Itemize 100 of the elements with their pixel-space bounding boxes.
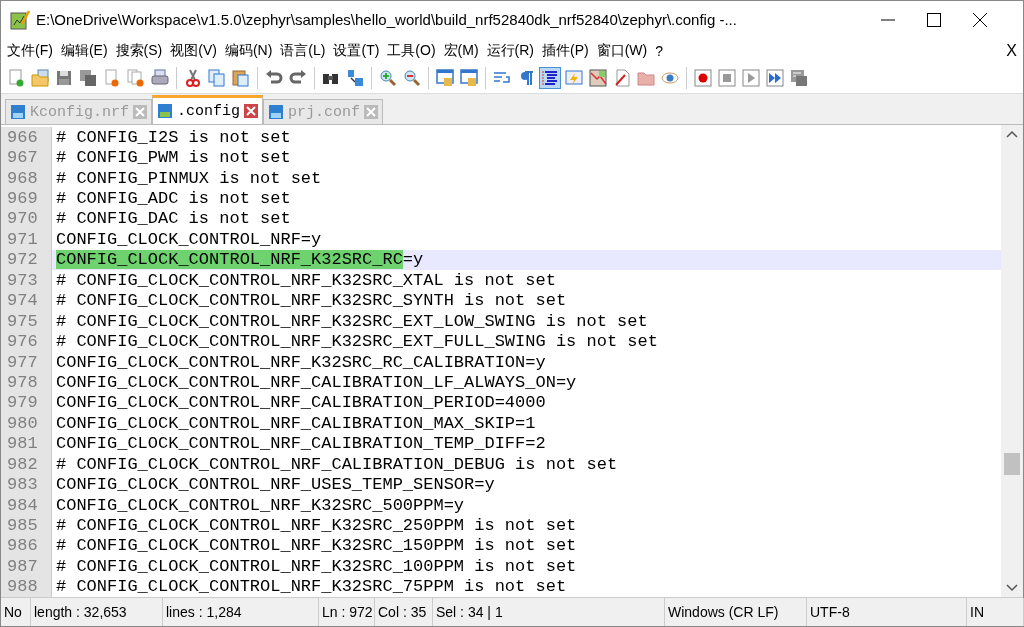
code-line: # CONFIG_CLOCK_CONTROL_NRF_K32SRC_100PPM is not set bbox=[55, 556, 577, 576]
line-number: 985 bbox=[1, 515, 52, 536]
stop-icon bbox=[718, 69, 736, 87]
menu-item[interactable]: 宏(M) bbox=[439, 39, 483, 62]
line-number: 973 bbox=[1, 270, 52, 291]
line-number: 978 bbox=[1, 372, 52, 393]
zoom-out-button[interactable] bbox=[401, 67, 423, 89]
redo-icon bbox=[289, 69, 307, 87]
fast-forward-icon bbox=[766, 69, 784, 87]
play-button[interactable] bbox=[740, 67, 762, 89]
document-close-icon bbox=[103, 69, 121, 87]
line-number: 986 bbox=[1, 535, 52, 557]
play-icon bbox=[742, 69, 760, 87]
code-line: CONFIG_CLOCK_CONTROL_NRF_K32SRC_RC_CALIBRATION=y bbox=[55, 352, 546, 372]
line-number: 984 bbox=[1, 494, 52, 516]
undo-icon bbox=[265, 69, 283, 87]
line-number: 967 bbox=[1, 147, 52, 168]
code-line: CONFIG_CLOCK_CONTROL_NRF_USES_TEMP_SENSOR=y bbox=[55, 475, 495, 495]
code-line: # CONFIG_PINMUX is not set bbox=[55, 168, 322, 188]
close-icon[interactable] bbox=[244, 104, 259, 118]
code-line: CONFIG_CLOCK_CONTROL_NRF=y bbox=[55, 229, 322, 249]
window-lock-button[interactable] bbox=[434, 67, 456, 89]
menu-item[interactable]: 编码(N) bbox=[220, 39, 277, 62]
line-number: 979 bbox=[1, 392, 52, 414]
map-button[interactable] bbox=[587, 67, 609, 89]
line-number: 974 bbox=[1, 290, 52, 311]
status-text: IN bbox=[967, 598, 1024, 626]
line-number: 976 bbox=[1, 331, 52, 352]
line-number: 977 bbox=[1, 351, 52, 373]
code-line: # CONFIG_CLOCK_CONTROL_NRF_K32SRC_XTAL is not set bbox=[55, 270, 556, 290]
code-line: # CONFIG_CLOCK_CONTROL_NRF_K32SRC_150PPM is not set bbox=[55, 536, 577, 556]
scissors-icon bbox=[184, 69, 202, 87]
menu-item[interactable]: 编辑(E) bbox=[56, 39, 112, 62]
menu-item[interactable]: 语言(L) bbox=[276, 39, 330, 62]
copy-button[interactable] bbox=[206, 67, 228, 89]
line-number: 988 bbox=[1, 576, 52, 597]
status-text: lines : 1,284 bbox=[163, 598, 319, 626]
macro-save-icon bbox=[790, 69, 808, 87]
floppy-disks-icon bbox=[79, 69, 97, 87]
zoom-in-button[interactable] bbox=[377, 67, 399, 89]
paste-icon bbox=[232, 69, 250, 87]
copy-icon bbox=[208, 69, 226, 87]
indent-guide-icon bbox=[541, 69, 559, 87]
line-number: 972 bbox=[1, 249, 52, 271]
line-number: 987 bbox=[1, 556, 52, 577]
status-text: Col : 35 bbox=[375, 598, 433, 626]
menu-item[interactable]: 运行(R) bbox=[482, 39, 538, 62]
code-line: CONFIG_CLOCK_CONTROL_NRF_CALIBRATION_LF_ALWAYS_ON=y bbox=[55, 372, 577, 392]
line-number: 969 bbox=[1, 188, 52, 209]
file-tab[interactable]: .config bbox=[152, 95, 264, 124]
status-text: length : 32,653 bbox=[31, 598, 163, 626]
code-line: CONFIG_CLOCK_CONTROL_NRF_CALIBRATION_MAX_SKIP=1 bbox=[55, 413, 536, 433]
replace-icon bbox=[346, 69, 364, 87]
window-lock-icon bbox=[436, 69, 454, 87]
documents-close-icon bbox=[127, 69, 145, 87]
open-folder-icon bbox=[31, 69, 49, 87]
line-number: 966 bbox=[1, 127, 52, 148]
menu-item[interactable]: 搜索(S) bbox=[111, 39, 167, 62]
paste-button[interactable] bbox=[230, 67, 252, 89]
status-text: No bbox=[1, 598, 31, 626]
menu-item[interactable]: 工具(O) bbox=[383, 39, 440, 62]
macro-save-button[interactable] bbox=[788, 67, 810, 89]
tab-label: prj.conf bbox=[288, 103, 361, 121]
zoom-out-icon bbox=[403, 69, 421, 87]
code-line: # CONFIG_CLOCK_CONTROL_NRF_K32SRC_EXT_FULL_SWING is not set bbox=[55, 332, 658, 352]
printer-icon bbox=[151, 69, 169, 87]
window-lock-button[interactable] bbox=[458, 67, 480, 89]
close-icon bbox=[972, 11, 988, 28]
line-number: 980 bbox=[1, 413, 52, 434]
fast-forward-button[interactable] bbox=[764, 67, 786, 89]
status-text: UTF-8 bbox=[807, 598, 967, 626]
code-line: # CONFIG_CLOCK_CONTROL_NRF_K32SRC_250PPM is not set bbox=[55, 516, 577, 536]
line-number: 983 bbox=[1, 474, 52, 495]
status-text: Ln : 972 bbox=[319, 598, 375, 626]
close-document-button[interactable]: X bbox=[1000, 41, 1023, 60]
indent-guide-button[interactable] bbox=[539, 67, 561, 89]
tab-label: Kconfig.nrf bbox=[30, 103, 130, 121]
stop-button[interactable] bbox=[716, 67, 738, 89]
menu-item[interactable]: ? bbox=[651, 40, 668, 61]
window-title: E:\OneDrive\Workspace\v1.5.0\zephyr\samples\hello_world\build_nrf52840dk_nrf52840\zephyr\.config -... bbox=[36, 11, 738, 28]
zoom-in-icon bbox=[379, 69, 397, 87]
record-icon bbox=[694, 69, 712, 87]
record-button[interactable] bbox=[692, 67, 714, 89]
floppy-disks-button[interactable] bbox=[77, 67, 99, 89]
new-file-icon bbox=[7, 69, 25, 87]
code-line: # CONFIG_CLOCK_CONTROL_NRF_K32SRC_75PPM is not set bbox=[55, 577, 567, 597]
code-line: # CONFIG_DAC is not set bbox=[55, 209, 291, 229]
document-pen-icon bbox=[613, 69, 631, 87]
notepad-icon bbox=[10, 9, 30, 30]
menu-item[interactable]: 窗口(W) bbox=[592, 39, 652, 62]
menu-item[interactable]: 视图(V) bbox=[166, 39, 221, 62]
menu-item[interactable]: 设置(T) bbox=[329, 39, 384, 62]
code-line: # CONFIG_CLOCK_CONTROL_NRF_K32SRC_SYNTH is not set bbox=[55, 291, 567, 311]
status-text: Windows (CR LF) bbox=[665, 598, 807, 626]
code-line: CONFIG_CLOCK_CONTROL_NRF_CALIBRATION_TEMP_DIFF=2 bbox=[55, 434, 546, 454]
menu-item[interactable]: 文件(F) bbox=[3, 39, 57, 62]
line-number: 971 bbox=[1, 229, 52, 250]
menu-item[interactable]: 插件(P) bbox=[538, 39, 593, 62]
map-icon bbox=[589, 69, 607, 87]
code-line: # CONFIG_CLOCK_CONTROL_NRF_CALIBRATION_DEBUG is not set bbox=[55, 454, 618, 474]
